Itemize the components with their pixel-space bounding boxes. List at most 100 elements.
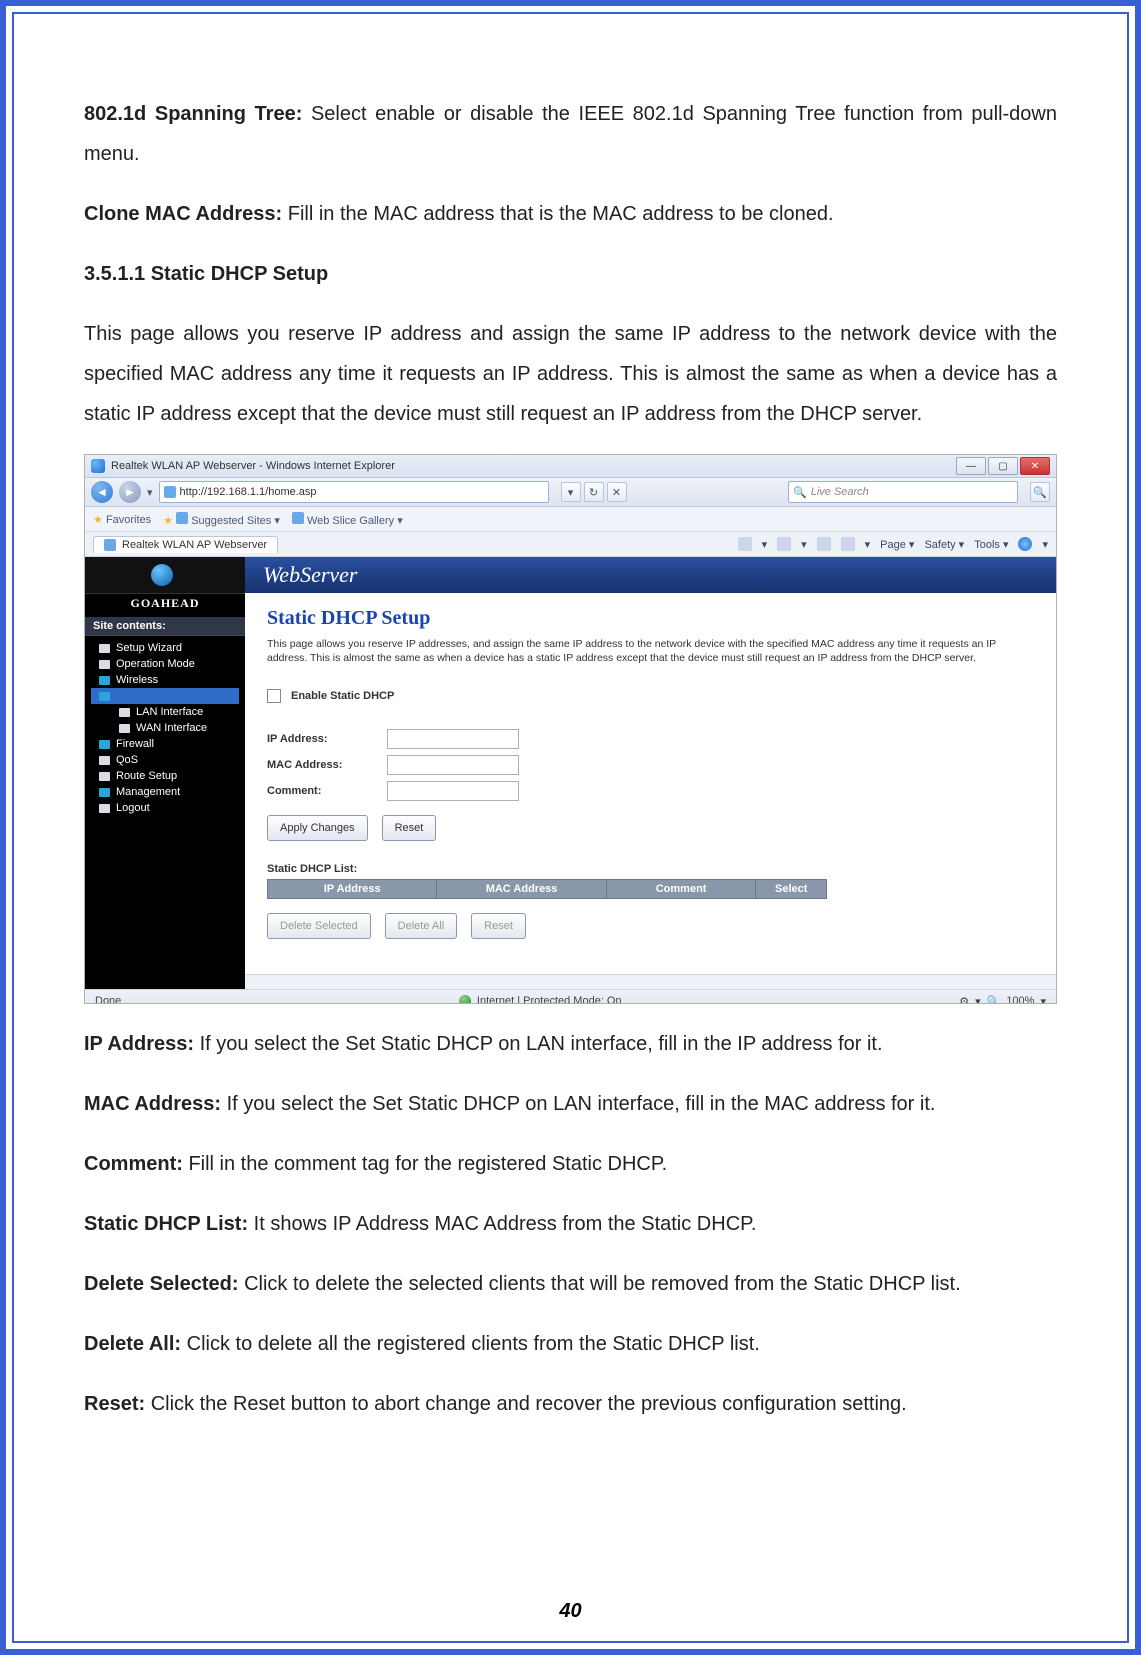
brand-text: GOAHEAD <box>85 594 245 617</box>
brand-logo <box>85 557 245 594</box>
main-panel: WebServer Static DHCP Setup This page al… <box>245 557 1056 989</box>
apply-changes-button[interactable]: Apply Changes <box>267 815 368 841</box>
dropdown-icon[interactable]: ▾ <box>147 486 153 499</box>
ip-input[interactable] <box>387 729 519 749</box>
tools-menu[interactable]: Tools ▾ <box>974 538 1008 551</box>
favorites-bar: ★ Favorites ★ Suggested Sites ▾ Web Slic… <box>85 507 1056 532</box>
para-spanning: 802.1d Spanning Tree: Select enable or d… <box>84 94 1057 174</box>
comment-input[interactable] <box>387 781 519 801</box>
zoom-control[interactable]: ⚙▾ 🔍 100% ▾ <box>959 995 1046 1005</box>
protected-mode-icon: ⚙ <box>959 995 969 1005</box>
page-icon <box>164 486 176 498</box>
page-title: Static DHCP Setup <box>267 607 1034 630</box>
page-icon <box>119 724 130 733</box>
sidebar-item-firewall[interactable]: Firewall <box>91 736 239 752</box>
refresh-button[interactable]: ↻ <box>584 482 604 502</box>
para-reset: Reset: Click the Reset button to abort c… <box>84 1384 1057 1424</box>
url-field[interactable]: http://192.168.1.1/home.asp <box>159 481 549 503</box>
enable-row: Enable Static DHCP <box>267 689 1034 703</box>
h-scrollbar[interactable] <box>245 974 1056 989</box>
page-icon <box>99 804 110 813</box>
para-comment: Comment: Fill in the comment tag for the… <box>84 1144 1057 1184</box>
page-number: 40 <box>14 1600 1127 1623</box>
favorites-button[interactable]: ★ Favorites <box>93 513 151 526</box>
sidebar-item-opmode[interactable]: Operation Mode <box>91 656 239 672</box>
suggested-sites-link[interactable]: ★ Suggested Sites ▾ <box>163 512 280 527</box>
star-icon: ★ <box>163 515 173 527</box>
th-ip: IP Address <box>268 880 437 899</box>
search-icon: 🔍 <box>793 486 807 499</box>
sidebar-item-qos[interactable]: QoS <box>91 752 239 768</box>
page-icon <box>119 708 130 717</box>
sidebar-item-logout[interactable]: Logout <box>91 800 239 816</box>
ip-label: IP Address: <box>267 733 377 745</box>
reset-list-button[interactable]: Reset <box>471 913 526 939</box>
para-delall: Delete All: Click to delete all the regi… <box>84 1324 1057 1364</box>
zoom-value: 100% <box>1006 995 1034 1004</box>
enable-checkbox[interactable] <box>267 689 281 703</box>
sidebar-item-route[interactable]: Route Setup <box>91 768 239 784</box>
minimize-button[interactable]: — <box>956 457 986 475</box>
static-dhcp-table: IP Address MAC Address Comment Select <box>267 879 827 899</box>
para-intro: This page allows you reserve IP address … <box>84 314 1057 434</box>
safety-menu[interactable]: Safety ▾ <box>924 538 964 551</box>
zoom-icon: 🔍 <box>987 995 1001 1005</box>
sidebar-item-wizard[interactable]: Setup Wizard <box>91 640 239 656</box>
logo-icon <box>151 564 173 586</box>
help-icon[interactable] <box>1018 537 1032 551</box>
sidebar-item-wan[interactable]: WAN Interface <box>91 720 239 736</box>
stop-button[interactable]: ✕ <box>607 482 627 502</box>
para-delsel: Delete Selected: Click to delete the sel… <box>84 1264 1057 1304</box>
page-client-area: GOAHEAD Site contents: Setup Wizard Oper… <box>85 557 1056 989</box>
star-icon: ★ <box>93 514 103 526</box>
para-list: Static DHCP List: It shows IP Address MA… <box>84 1204 1057 1244</box>
delete-all-button[interactable]: Delete All <box>385 913 457 939</box>
globe-icon <box>459 995 471 1004</box>
reset-button[interactable]: Reset <box>382 815 437 841</box>
tab-label: Realtek WLAN AP Webserver <box>122 539 267 551</box>
mac-label: MAC Address: <box>267 759 377 771</box>
para-clonemac: Clone MAC Address: Fill in the MAC addre… <box>84 194 1057 234</box>
status-left: Done <box>95 995 121 1004</box>
forward-button[interactable]: ► <box>119 481 141 503</box>
tab-bar: Realtek WLAN AP Webserver ▾ ▾ ▾ Page ▾ S… <box>85 532 1056 557</box>
list-label: Static DHCP List: <box>267 863 1034 875</box>
search-go-button[interactable]: 🔍 <box>1030 482 1050 502</box>
sidebar-item-lan[interactable]: LAN Interface <box>91 704 239 720</box>
mail-icon[interactable] <box>817 537 831 551</box>
window-title: Realtek WLAN AP Webserver - Windows Inte… <box>111 460 395 472</box>
back-button[interactable]: ◄ <box>91 481 113 503</box>
para-mac: MAC Address: If you select the Set Stati… <box>84 1084 1057 1124</box>
home-icon[interactable] <box>738 537 752 551</box>
folder-icon <box>99 740 110 749</box>
doc-body-lower: IP Address: If you select the Set Static… <box>84 1024 1057 1424</box>
dropdown-button[interactable]: ▾ <box>561 482 581 502</box>
maximize-button[interactable]: ▢ <box>988 457 1018 475</box>
print-icon[interactable] <box>841 537 855 551</box>
close-button[interactable]: ✕ <box>1020 457 1050 475</box>
page-icon <box>104 539 116 551</box>
url-text: http://192.168.1.1/home.asp <box>180 486 317 498</box>
comment-label: Comment: <box>267 785 377 797</box>
page-icon <box>292 512 304 524</box>
page-description: This page allows you reserve IP addresse… <box>267 638 1034 665</box>
delete-selected-button[interactable]: Delete Selected <box>267 913 371 939</box>
mac-input[interactable] <box>387 755 519 775</box>
sidebar-item-wireless[interactable]: Wireless <box>91 672 239 688</box>
th-mac: MAC Address <box>437 880 606 899</box>
page-banner: WebServer <box>245 557 1056 593</box>
address-bar: ◄ ► ▾ http://192.168.1.1/home.asp ▾ ↻ ✕ … <box>85 478 1056 507</box>
page-content: Static DHCP Setup This page allows you r… <box>245 593 1056 974</box>
search-field[interactable]: 🔍 Live Search <box>788 481 1018 503</box>
web-slice-link[interactable]: Web Slice Gallery ▾ <box>292 512 403 527</box>
sidebar-item-tcpip[interactable] <box>91 688 239 704</box>
sidebar-item-mgmt[interactable]: Management <box>91 784 239 800</box>
feeds-icon[interactable] <box>777 537 791 551</box>
nav-sidebar: GOAHEAD Site contents: Setup Wizard Oper… <box>85 557 245 989</box>
page-menu[interactable]: Page ▾ <box>880 538 914 551</box>
page-icon <box>99 644 110 653</box>
th-select: Select <box>756 880 827 899</box>
screenshot-browser-window: Realtek WLAN AP Webserver - Windows Inte… <box>84 454 1057 1004</box>
folder-icon <box>99 788 110 797</box>
browser-tab[interactable]: Realtek WLAN AP Webserver <box>93 536 278 553</box>
